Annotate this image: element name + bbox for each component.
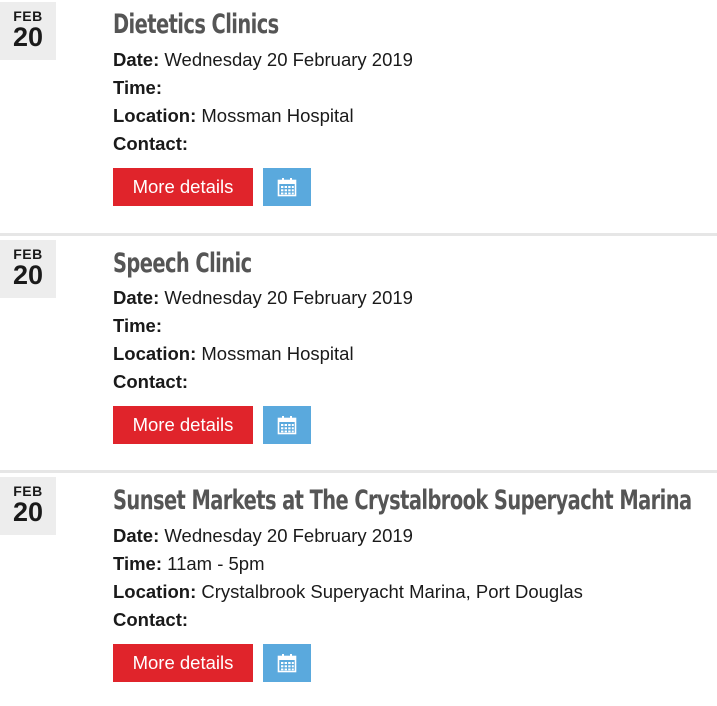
calendar-icon (277, 654, 297, 673)
event-date: Date: Wednesday 20 February 2019 (113, 525, 413, 547)
date-day: 20 (12, 22, 44, 52)
date-label: Date: (113, 287, 160, 308)
date-value: Wednesday 20 February 2019 (159, 287, 413, 308)
location-value: Crystalbrook Superyacht Marina, Port Dou… (196, 581, 583, 602)
event-date: Date: Wednesday 20 February 2019 (113, 287, 413, 309)
event-title[interactable]: Speech Clinic (113, 247, 252, 281)
location-label: Location: (113, 581, 197, 602)
date-day: 20 (12, 497, 44, 527)
location-label: Location: (113, 343, 197, 364)
divider (0, 470, 717, 473)
event-location: Location: Mossman Hospital (113, 343, 354, 365)
event-contact: Contact: (113, 133, 188, 155)
time-label: Time: (113, 315, 163, 336)
divider (0, 233, 717, 236)
calendar-icon (277, 178, 297, 197)
date-label: Date: (113, 525, 160, 546)
event-location: Location: Crystalbrook Superyacht Marina… (113, 581, 583, 603)
add-to-calendar-button[interactable] (263, 168, 311, 206)
time-label: Time: (113, 77, 163, 98)
contact-label: Contact: (113, 133, 189, 154)
add-to-calendar-button[interactable] (263, 644, 311, 682)
event-time: Time: (113, 315, 162, 337)
more-details-button[interactable]: More details (113, 406, 253, 444)
date-day: 20 (12, 260, 44, 290)
time-value: 11am - 5pm (162, 553, 265, 574)
event-date: Date: Wednesday 20 February 2019 (113, 49, 413, 71)
event-title[interactable]: Sunset Markets at The Crystalbrook Super… (113, 484, 692, 518)
contact-label: Contact: (113, 371, 189, 392)
event-time: Time: 11am - 5pm (113, 553, 265, 575)
date-value: Wednesday 20 February 2019 (159, 49, 413, 70)
event-time: Time: (113, 77, 162, 99)
more-details-button[interactable]: More details (113, 168, 253, 206)
date-label: Date: (113, 49, 160, 70)
location-value: Mossman Hospital (196, 343, 354, 364)
calendar-icon (277, 416, 297, 435)
event-contact: Contact: (113, 609, 188, 631)
more-details-button[interactable]: More details (113, 644, 253, 682)
event-title[interactable]: Dietetics Clinics (113, 8, 279, 42)
location-label: Location: (113, 105, 197, 126)
time-label: Time: (113, 553, 163, 574)
event-location: Location: Mossman Hospital (113, 105, 354, 127)
location-value: Mossman Hospital (196, 105, 354, 126)
date-badge: FEB 20 (0, 2, 56, 60)
event-contact: Contact: (113, 371, 188, 393)
date-badge: FEB 20 (0, 477, 56, 535)
add-to-calendar-button[interactable] (263, 406, 311, 444)
date-badge: FEB 20 (0, 240, 56, 298)
date-value: Wednesday 20 February 2019 (159, 525, 413, 546)
contact-label: Contact: (113, 609, 189, 630)
